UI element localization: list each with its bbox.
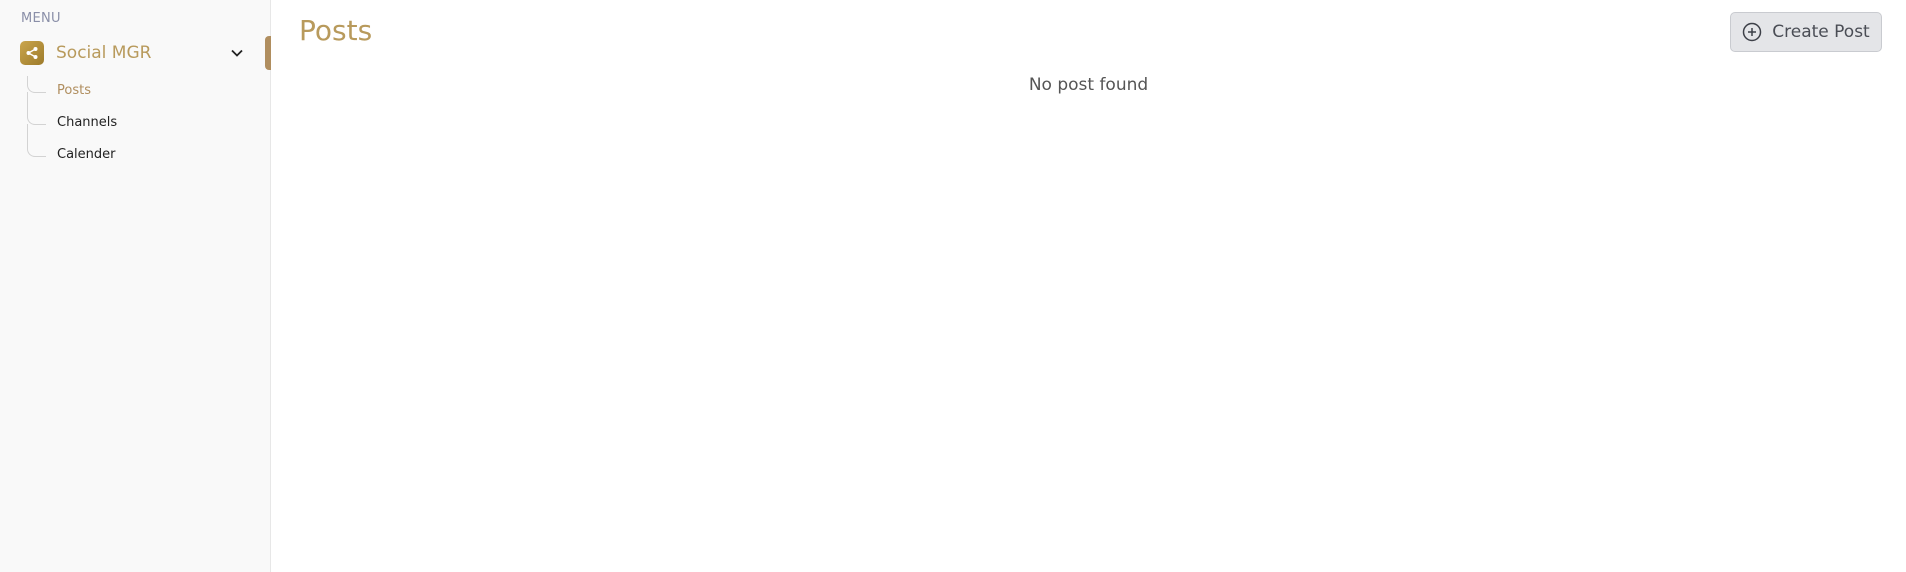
active-indicator (265, 36, 271, 70)
sidebar-group-social-mgr[interactable]: Social MGR (20, 39, 245, 67)
create-post-label: Create Post (1772, 22, 1870, 42)
sidebar-item-posts[interactable]: Posts (57, 83, 91, 98)
create-post-button[interactable]: Create Post (1730, 12, 1882, 52)
tree-connector (27, 124, 46, 157)
plus-circle-icon (1742, 22, 1762, 42)
page-title: Posts (299, 14, 373, 47)
tree-connector (27, 92, 46, 125)
chevron-down-icon[interactable] (229, 45, 245, 61)
sidebar-item-channels[interactable]: Channels (57, 115, 117, 130)
menu-label: MENU (21, 11, 61, 26)
sidebar: MENU Social MGR Posts Channels Calender (0, 0, 271, 572)
tree-connector (27, 76, 46, 93)
sidebar-group-title: Social MGR (56, 43, 152, 63)
empty-state-message: No post found (1028, 75, 1149, 95)
share-icon (20, 41, 44, 65)
sidebar-item-calender[interactable]: Calender (57, 147, 116, 162)
